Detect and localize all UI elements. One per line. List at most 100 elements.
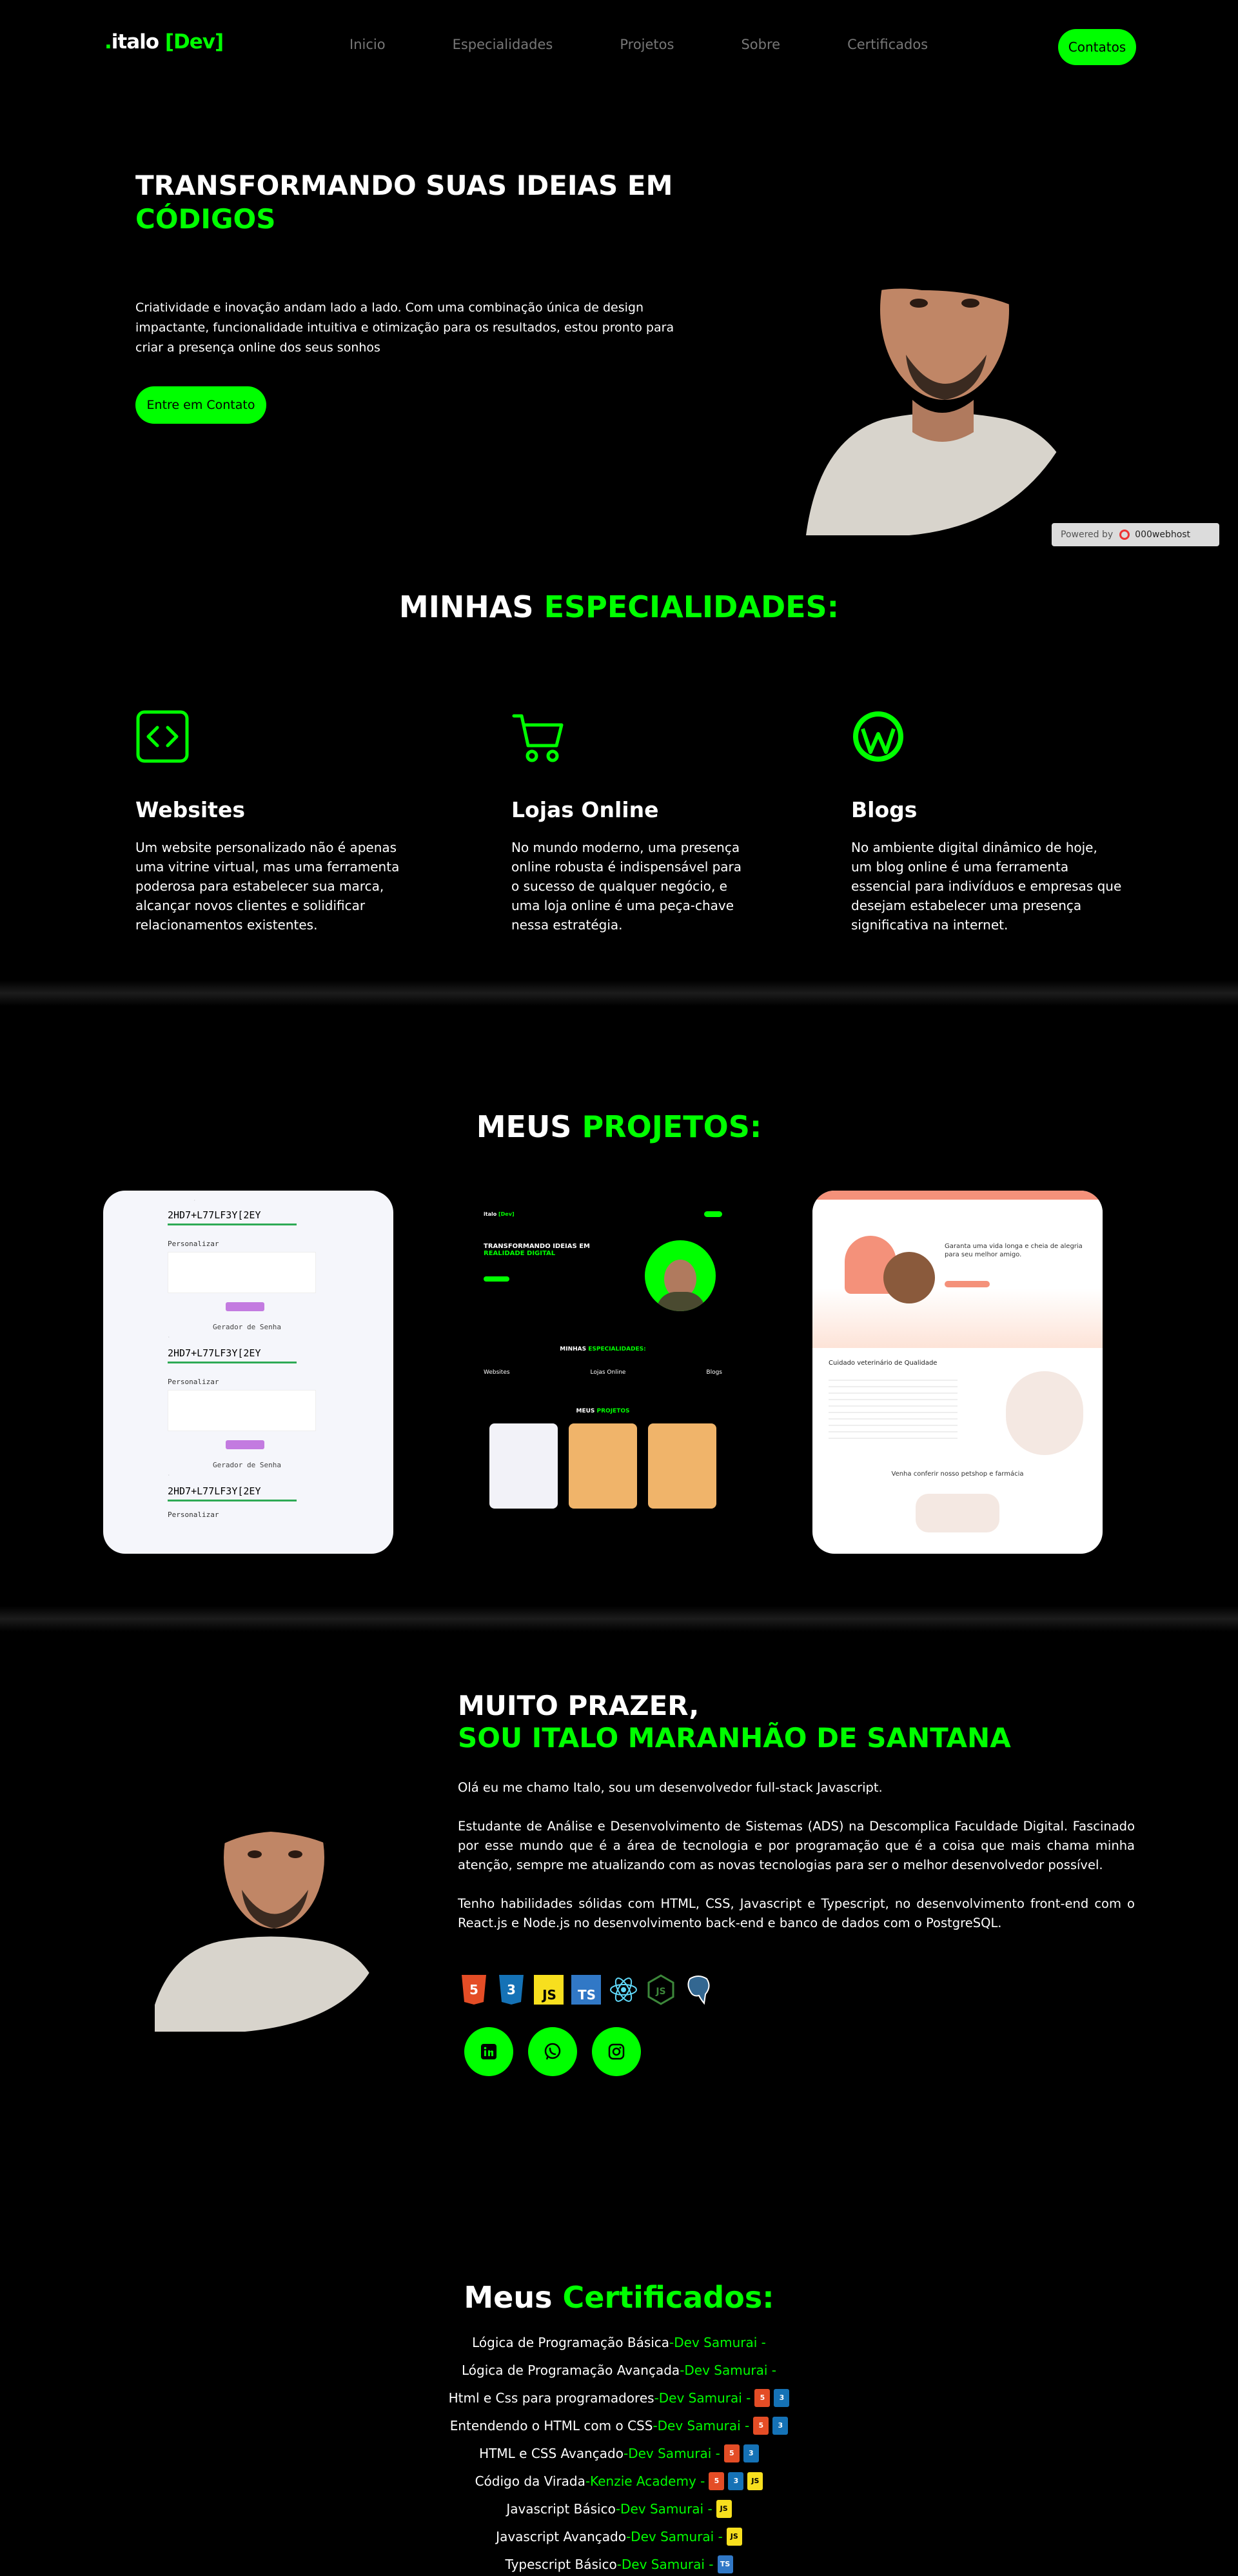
specialties-title: MINHAS ESPECIALIDADES:: [0, 590, 1238, 624]
preview-footer: Venha conferir nosso petshop e farmácia: [891, 1471, 1024, 1478]
certificates-title: Meus Certificados:: [0, 2280, 1238, 2315]
preview-projects: MEUS: [576, 1408, 597, 1414]
certificate-source: -Dev Samurai -: [625, 2528, 723, 2544]
postgresql-icon: [687, 1976, 710, 2005]
logo-dot: .: [104, 30, 112, 54]
section-divider: [0, 1606, 1238, 1632]
preview-code: 2HD7+L77LF3Y[2EY: [168, 1209, 261, 1221]
certificate-item: Typescript Básico -Dev Samurai - TS: [0, 2550, 1238, 2576]
specialty-text: Um website personalizado não é apenas um…: [135, 840, 400, 933]
about-title: MUITO PRAZER, SOU ITALO MARANHÃO DE SANT…: [458, 1690, 1011, 1754]
whatsapp-button[interactable]: [528, 2027, 577, 2076]
certificate-source: -Dev Samurai -: [654, 2390, 751, 2406]
preview-card: Lojas Online: [590, 1369, 626, 1376]
certificates-title-white: Meus: [464, 2280, 563, 2315]
preview-heading: Gerador de Senha: [213, 1323, 281, 1331]
certificate-name: Entendendo o HTML com o CSS: [449, 2417, 653, 2433]
projects-title-white: MEUS: [476, 1109, 582, 1144]
certificate-source: -Dev Samurai -: [653, 2417, 750, 2433]
powered-by-badge[interactable]: Powered by 000webhost: [1052, 523, 1219, 546]
certificate-name: Javascript Avançado: [496, 2528, 626, 2544]
specialty-title: Websites: [135, 797, 245, 822]
preview-section: Cuidado veterinário de Qualidade: [829, 1360, 938, 1367]
logo-name: italo: [111, 30, 159, 54]
powered-label: Powered by: [1061, 530, 1114, 540]
nav-link-certificados[interactable]: Certificados: [847, 37, 928, 52]
js-badge-icon: JS: [726, 2527, 742, 2546]
html-badge-icon: 5: [723, 2444, 740, 2462]
about-title-line1: MUITO PRAZER,: [458, 1690, 700, 1721]
hero-title: TRANSFORMANDO SUAS IDEIAS EM CÓDIGOS: [135, 169, 673, 236]
js-badge-icon: JS: [716, 2499, 732, 2518]
ts-badge-icon: TS: [717, 2555, 733, 2573]
tech-stack: 5 3 JS TS JS: [459, 1974, 721, 2006]
certificates-list: Lógica de Programação Básica -Dev Samurai…: [0, 2328, 1238, 2576]
js-badge-icon: JS: [747, 2472, 763, 2490]
certificate-name: Lógica de Programação Básica: [472, 2334, 670, 2350]
svg-text:3: 3: [507, 1982, 516, 1997]
preview-code-3: 2HD7+L77LF3Y[2EY: [168, 1485, 261, 1497]
logo[interactable]: .italo [Dev]: [104, 30, 224, 54]
specialty-text: No mundo moderno, uma presença online ro…: [511, 840, 742, 933]
specialties-title-green: ESPECIALIDADES:: [544, 590, 840, 624]
html-badge-icon: 5: [753, 2416, 769, 2435]
certificate-source: -Dev Samurai -: [669, 2334, 766, 2350]
specialty-title: Lojas Online: [511, 797, 659, 822]
certificate-item: Html e Css para programadores -Dev Samura…: [0, 2384, 1238, 2412]
certificate-item: Javascript Básico -Dev Samurai - JS: [0, 2495, 1238, 2522]
nav-link-projetos[interactable]: Projetos: [620, 37, 674, 52]
section-divider: [0, 980, 1238, 1006]
about-paragraph: Olá eu me chamo Italo, sou um desenvolve…: [458, 1780, 883, 1795]
contact-button[interactable]: Contatos: [1058, 29, 1136, 65]
html-badge-icon: 5: [754, 2388, 771, 2407]
project-card-portfolio[interactable]: italo [Dev] TRANSFORMANDO IDEIAS EM REAL…: [458, 1191, 748, 1554]
about-title-line2: SOU ITALO MARANHÃO DE SANTANA: [458, 1722, 1011, 1754]
css-badge-icon: 3: [728, 2472, 744, 2490]
preview-label: Personalizar: [168, 1240, 219, 1248]
linkedin-button[interactable]: [464, 2027, 513, 2076]
preview-headline: Garanta uma vida longa e cheia de alegri…: [945, 1243, 1083, 1258]
specialty-text: No ambiente digital dinâmico de hoje, um…: [851, 840, 1122, 933]
svg-text:TS: TS: [578, 1987, 596, 2003]
hero-title-line2: CÓDIGOS: [135, 203, 276, 235]
certificate-item: Lógica de Programação Básica -Dev Samurai…: [0, 2328, 1238, 2356]
instagram-icon: [608, 2043, 625, 2060]
preview-sub: MINHAS: [560, 1346, 589, 1352]
nav-link-especialidades[interactable]: Especialidades: [453, 37, 553, 52]
about-paragraph: Tenho habilidades sólidas com HTML, CSS,…: [458, 1896, 1135, 1930]
certificates-title-green: Certificados:: [562, 2280, 774, 2315]
project-card-password[interactable]: · 2HD7+L77LF3Y[2EY Personalizar Gerador …: [103, 1191, 393, 1554]
webhost-logo-icon: [1119, 530, 1130, 540]
typescript-icon: TS: [571, 1975, 601, 2005]
javascript-icon: JS: [534, 1975, 564, 2005]
hero-title-line1: TRANSFORMANDO SUAS IDEIAS EM: [135, 170, 673, 201]
specialties-title-white: MINHAS: [398, 590, 544, 624]
about-paragraph: Estudante de Análise e Desenvolvimento d…: [458, 1819, 1135, 1872]
nav-link-inicio[interactable]: Inicio: [349, 37, 386, 52]
nav-link-sobre[interactable]: Sobre: [741, 37, 780, 52]
certificate-name: Javascript Básico: [506, 2501, 616, 2517]
preview-label-3: Personalizar: [168, 1511, 219, 1519]
certificate-item: Lógica de Programação Avançada -Dev Samur…: [0, 2356, 1238, 2384]
preview-label-2: Personalizar: [168, 1378, 219, 1386]
nodejs-icon: JS: [647, 1974, 674, 2005]
svg-text:JS: JS: [655, 1986, 665, 1997]
project-preview: italo [Dev] TRANSFORMANDO IDEIAS EM REAL…: [484, 1211, 722, 1509]
code-icon: [136, 710, 189, 763]
powered-brand: 000webhost: [1135, 530, 1191, 540]
nav-links: Inicio Especialidades Projetos Sobre Cer…: [349, 37, 995, 52]
cart-icon: [512, 714, 564, 762]
about-portrait: [148, 1748, 393, 2032]
instagram-button[interactable]: [592, 2027, 641, 2076]
project-card-petshop[interactable]: Garanta uma vida longa e cheia de alegri…: [812, 1191, 1103, 1554]
preview-dog: [883, 1252, 935, 1303]
specialty-blogs: Blogs No ambiente digital dinâmico de ho…: [851, 709, 1122, 935]
certificate-item: HTML e CSS Avançado -Dev Samurai -53: [0, 2439, 1238, 2467]
preview-code-2: 2HD7+L77LF3Y[2EY: [168, 1347, 261, 1359]
hero-cta-button[interactable]: Entre em Contato: [135, 386, 266, 424]
social-links: [464, 2027, 656, 2076]
certificate-source: -Dev Samurai -: [615, 2501, 712, 2517]
project-preview: · 2HD7+L77LF3Y[2EY Personalizar Gerador …: [103, 1191, 393, 1519]
linkedin-icon: [481, 2044, 496, 2059]
certificate-source: -Dev Samurai -: [624, 2445, 720, 2461]
